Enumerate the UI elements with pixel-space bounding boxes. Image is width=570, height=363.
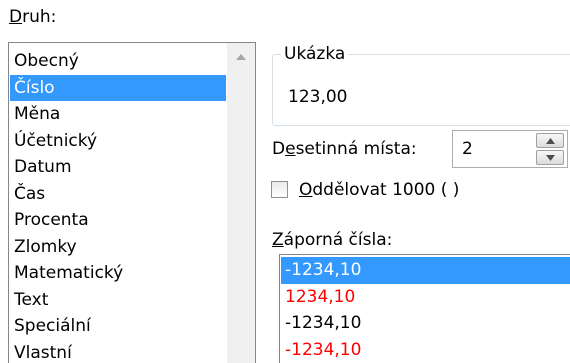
negative-numbers-label: Záporná čísla: [272, 230, 393, 250]
category-item[interactable]: Měna [10, 101, 226, 128]
sample-value: 123,00 [288, 87, 348, 107]
category-item[interactable]: Čas [10, 181, 226, 208]
category-scrollbar[interactable] [227, 43, 255, 363]
decimal-places-spinner [536, 133, 564, 165]
chevron-up-icon [236, 54, 246, 60]
category-label-accelerator: D [9, 7, 23, 27]
negative-number-items: -1234,10 1234,10 -1234,10 -1234,10 [281, 257, 570, 363]
thousands-separator-label[interactable]: Oddělovat 1000 ( ) [299, 178, 459, 202]
category-listbox[interactable]: Obecný Číslo Měna Účetnický Datum Čas Procenta… [8, 42, 256, 363]
negative-number-option[interactable]: -1234,10 [281, 337, 570, 363]
category-items: Obecný Číslo Měna Účetnický Datum Čas Procenta… [10, 48, 226, 363]
scroll-up-button[interactable] [227, 43, 255, 71]
negative-numbers-listbox[interactable]: -1234,10 1234,10 -1234,10 -1234,10 [279, 254, 570, 363]
category-item[interactable]: Vlastní [10, 340, 226, 363]
decimal-places-label-accelerator: e [285, 139, 296, 159]
decrement-button[interactable] [536, 150, 564, 165]
category-item[interactable]: Účetnický [10, 128, 226, 155]
arrow-up-icon [546, 138, 555, 144]
category-item[interactable]: Číslo [10, 74, 226, 101]
thousands-separator-checkbox[interactable] [271, 181, 288, 198]
decimal-places-value[interactable]: 2 [462, 137, 473, 161]
format-cells-number-panel: Druh: Obecný Číslo Měna Účetnický Datum Čas Pr… [0, 0, 570, 363]
increment-button[interactable] [536, 133, 564, 148]
category-item[interactable]: Speciální [10, 313, 226, 340]
category-label: Druh: [9, 7, 57, 27]
negative-number-option[interactable]: -1234,10 [281, 257, 570, 284]
category-item[interactable]: Matematický [10, 260, 226, 287]
negative-number-option[interactable]: 1234,10 [281, 284, 570, 311]
sample-legend: Ukázka [281, 42, 349, 66]
decimal-places-label: Desetinná místa: [272, 139, 417, 159]
category-item[interactable]: Obecný [10, 48, 226, 75]
negative-numbers-label-accelerator: Z [272, 230, 284, 250]
category-item[interactable]: Datum [10, 154, 226, 181]
category-item[interactable]: Procenta [10, 207, 226, 234]
category-item[interactable]: Zlomky [10, 234, 226, 261]
arrow-down-icon [546, 155, 555, 161]
category-item[interactable]: Text [10, 287, 226, 314]
thousands-separator-accelerator: O [299, 180, 313, 200]
decimal-places-stepper[interactable]: 2 [452, 130, 568, 168]
negative-number-option[interactable]: -1234,10 [281, 310, 570, 337]
